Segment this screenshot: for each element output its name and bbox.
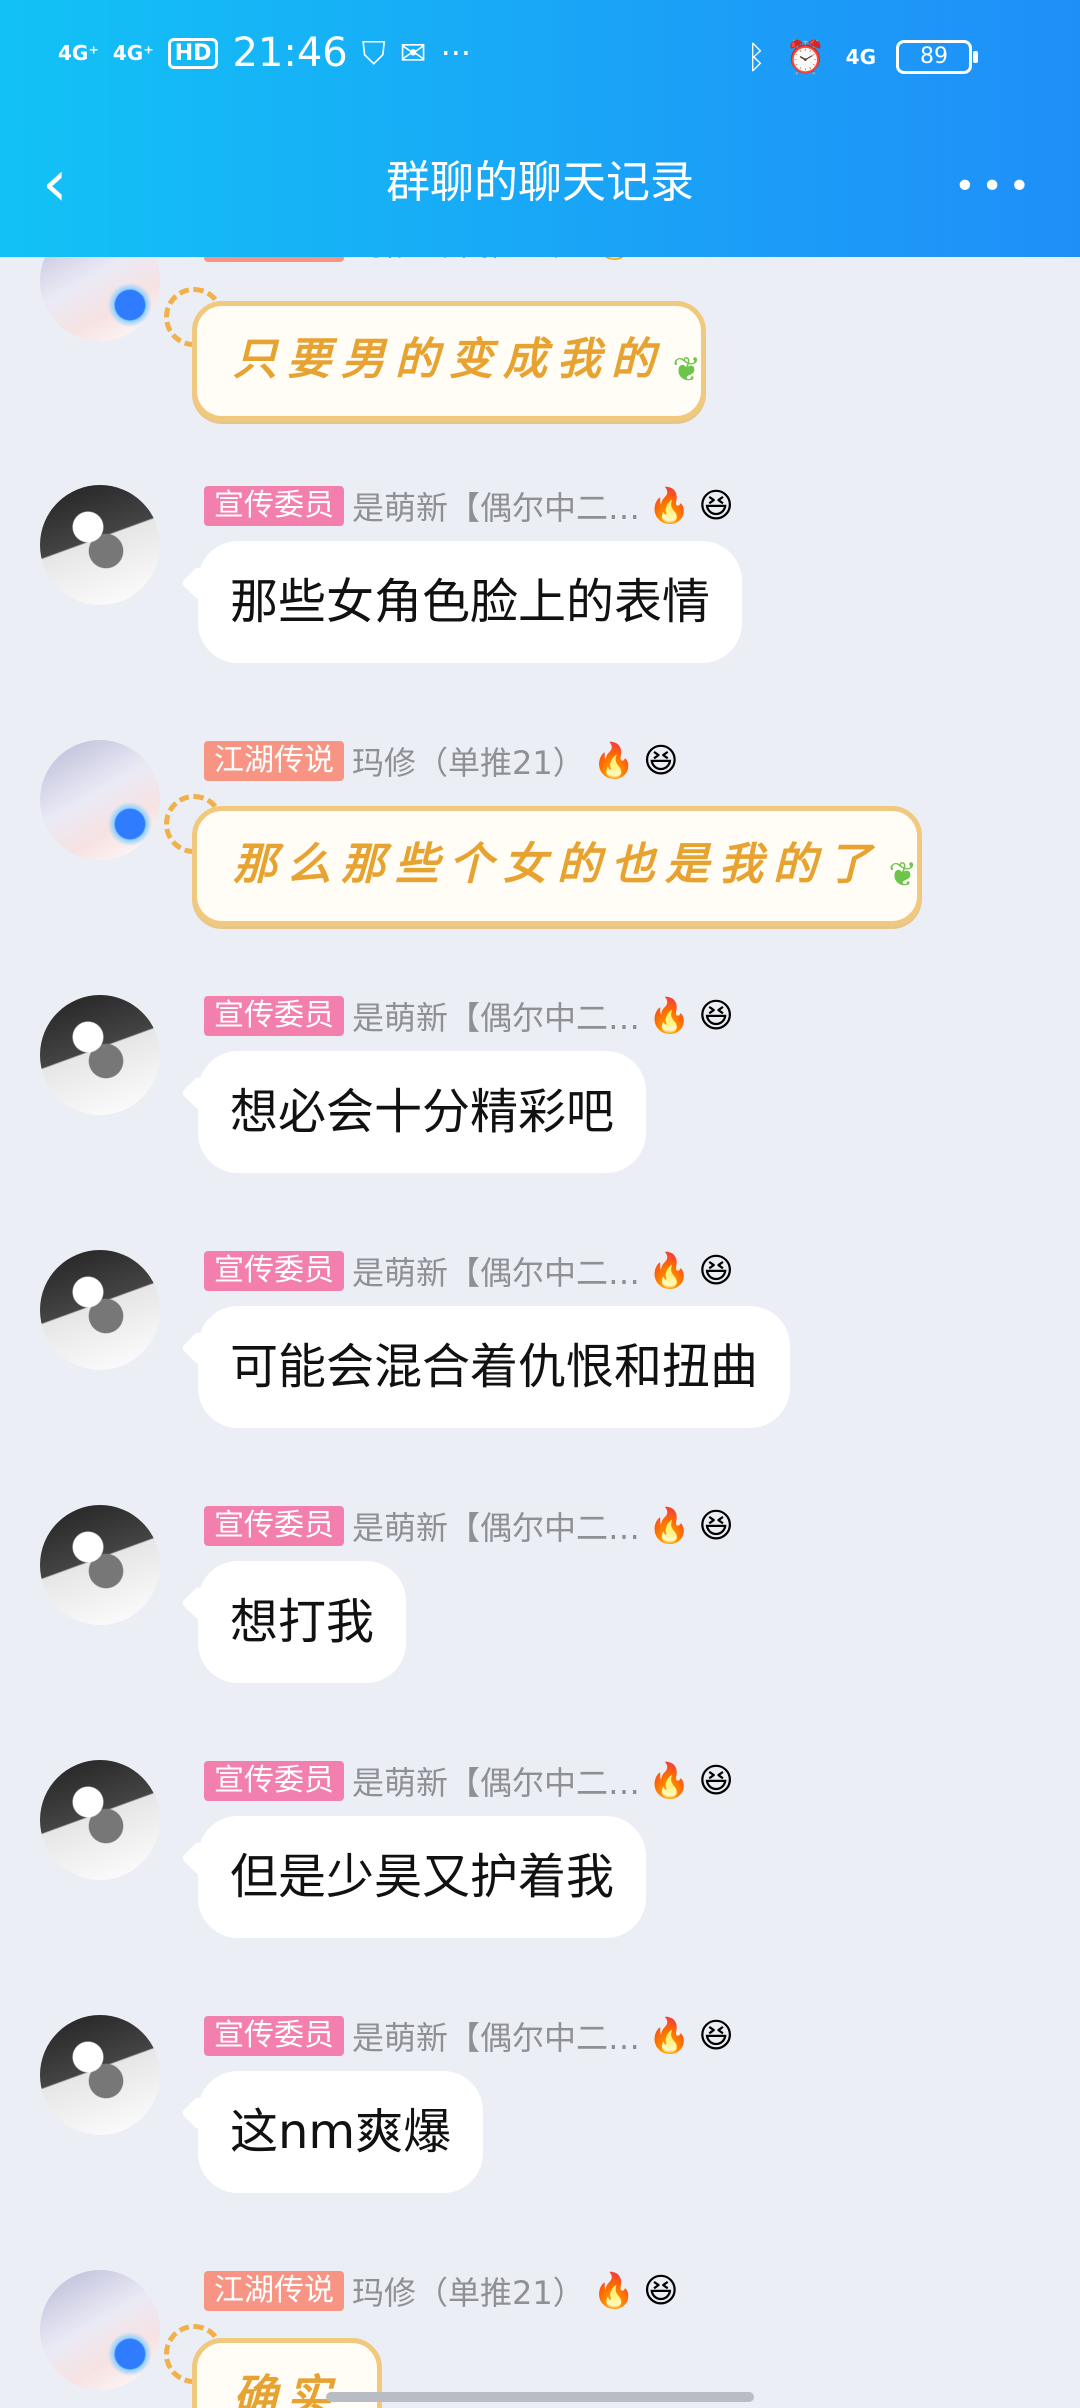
sender-name[interactable]: 是萌新【偶尔中二…: [352, 2013, 640, 2059]
message-text: 确实: [233, 2371, 341, 2408]
fire-icon: 🔥: [648, 2016, 691, 2056]
title-badge: 宣传委员: [204, 2016, 344, 2056]
message-bubble[interactable]: 可能会混合着仇恨和扭曲: [198, 1306, 791, 1428]
sender-name[interactable]: 是萌新【偶尔中二…: [352, 993, 640, 1039]
avatar[interactable]: [40, 1505, 160, 1625]
face-icon: 😆: [643, 741, 679, 781]
title-badge: 宣传委员: [204, 996, 344, 1036]
fire-icon: 🔥: [592, 2271, 636, 2311]
fire-icon: 🔥: [593, 257, 635, 259]
sender-name[interactable]: 是萌新【偶尔中二…: [352, 483, 640, 529]
nav-bar: ‹ 群聊的聊天记录 •••: [0, 120, 1080, 257]
sender-name[interactable]: 玛修（单推21）: [352, 257, 585, 265]
bluetooth-icon: ᛒ: [746, 38, 766, 76]
signal-icon-2: 4G⁺: [112, 41, 154, 65]
title-badge: 宣传委员: [204, 1506, 344, 1546]
avatar[interactable]: [40, 257, 160, 341]
page-title: 群聊的聊天记录: [386, 157, 694, 208]
status-time: 21:46: [232, 30, 348, 76]
face-icon: 😆: [698, 2016, 734, 2056]
message-text: 那么那些个女的也是我的了: [233, 839, 881, 890]
face-icon: 😆: [643, 2271, 679, 2311]
face-icon: 😆: [698, 1506, 734, 1546]
message-bubble[interactable]: 但是少昊又护着我: [198, 1816, 647, 1938]
sender-name[interactable]: 玛修（单推21）: [352, 738, 585, 784]
shield-icon: ⛉: [361, 33, 386, 72]
title-badge: 宣传委员: [204, 1761, 344, 1801]
sender-name[interactable]: 玛修（单推21）: [352, 2268, 585, 2314]
avatar[interactable]: [40, 2270, 160, 2390]
face-icon: 😆: [698, 1251, 734, 1291]
fire-icon: 🔥: [648, 1251, 691, 1291]
status-bar: 4G⁺ 4G⁺ HD 21:46 ⛉ ✉ ··· ᛒ ⏰ 4G 89: [0, 0, 1080, 120]
avatar[interactable]: [40, 1250, 160, 1370]
title-badge: 江湖传说: [204, 741, 344, 781]
signal-icon-1: 4G⁺: [58, 41, 99, 65]
avatar[interactable]: [40, 485, 160, 605]
title-badge: 宣传委员: [204, 1251, 344, 1291]
chat-list[interactable]: 江湖传说 玛修（单推21） 🔥 😆 只要男的变成我的 ❦ 宣传委员 是萌新【偶尔…: [0, 257, 1080, 2408]
fire-icon: 🔥: [648, 1506, 691, 1546]
title-badge: 宣传委员: [204, 486, 344, 526]
face-icon: 😆: [698, 486, 734, 526]
message-bubble[interactable]: 想必会十分精彩吧: [198, 1051, 647, 1173]
title-badge: 江湖传说: [204, 257, 344, 262]
sender-name[interactable]: 是萌新【偶尔中二…: [352, 1503, 640, 1549]
avatar[interactable]: [40, 740, 160, 860]
message-bubble[interactable]: 只要男的变成我的 ❦: [192, 301, 706, 421]
top-bar: 4G⁺ 4G⁺ HD 21:46 ⛉ ✉ ··· ᛒ ⏰ 4G 89 ‹ 群聊的…: [0, 0, 1080, 257]
message-text: 只要男的变成我的: [233, 334, 665, 385]
fire-icon: 🔥: [648, 1761, 691, 1801]
sender-name[interactable]: 是萌新【偶尔中二…: [352, 1758, 640, 1804]
sender-name[interactable]: 是萌新【偶尔中二…: [352, 1248, 640, 1294]
home-indicator[interactable]: [326, 2392, 754, 2402]
hd-icon: HD: [167, 37, 219, 69]
message-bubble[interactable]: 这nm爽爆: [198, 2071, 484, 2193]
face-icon: 😆: [698, 996, 734, 1036]
network-icon: 4G: [845, 45, 876, 69]
message-bubble[interactable]: 那么那些个女的也是我的了 ❦: [192, 806, 922, 926]
title-badge: 江湖传说: [204, 2271, 344, 2311]
fire-icon: 🔥: [592, 741, 636, 781]
leaf-icon: ❦: [672, 350, 711, 390]
avatar[interactable]: [40, 995, 160, 1115]
fire-icon: 🔥: [648, 486, 691, 526]
avatar[interactable]: [40, 2015, 160, 2135]
avatar[interactable]: [40, 1760, 160, 1880]
face-icon: 😆: [698, 1761, 734, 1801]
message-bubble[interactable]: 那些女角色脸上的表情: [198, 541, 743, 663]
more-status-icon: ···: [440, 34, 472, 72]
more-options-icon[interactable]: •••: [954, 166, 1036, 207]
message-bubble[interactable]: 想打我: [198, 1561, 407, 1683]
leaf-icon: ❦: [888, 855, 927, 895]
battery-icon: 89: [896, 40, 978, 74]
alarm-icon: ⏰: [785, 38, 826, 76]
face-icon: 😆: [643, 257, 678, 259]
message-icon: ✉: [399, 34, 427, 72]
fire-icon: 🔥: [648, 996, 691, 1036]
